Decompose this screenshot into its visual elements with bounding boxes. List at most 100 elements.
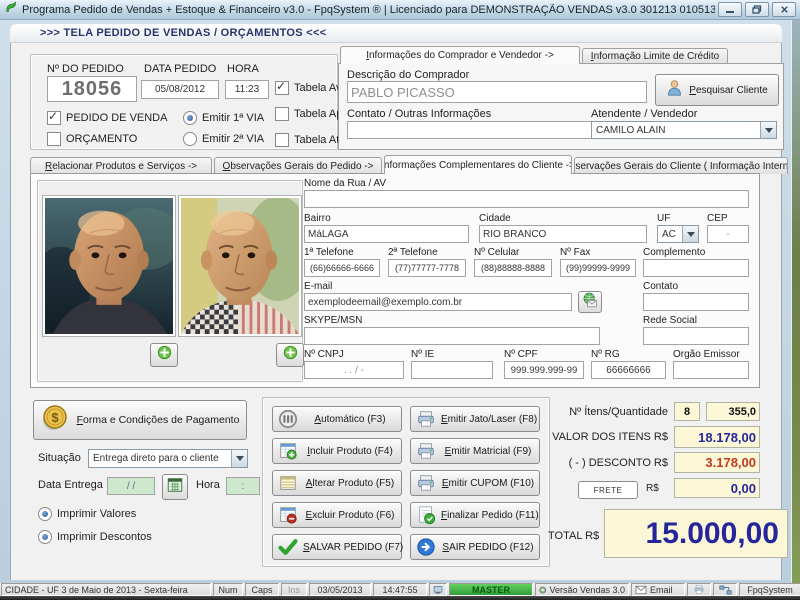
complemento-field[interactable]	[643, 259, 749, 277]
button-fkey: (F4)	[374, 445, 393, 457]
title-bar: Programa Pedido de Vendas + Estoque & Fi…	[0, 0, 800, 20]
photo1-add-button[interactable]	[150, 343, 178, 367]
sheet-add-icon	[277, 441, 299, 461]
tab-label: Observações Gerais do Pedido ->	[222, 160, 374, 172]
window-title: Programa Pedido de Vendas + Estoque & Fi…	[22, 3, 715, 16]
rg-label: Nº RG	[591, 349, 620, 360]
emitir-1via-radio[interactable]: Emitir 1ª VIA	[183, 111, 264, 125]
rg-field[interactable]: 66666666	[591, 361, 666, 379]
status-email-button[interactable]: Email	[631, 583, 685, 596]
calendar-button[interactable]	[162, 474, 188, 500]
cnpj-field[interactable]: . . / -	[304, 361, 404, 379]
button-fkey: (F3)	[367, 413, 386, 425]
finalizar-pedido-button[interactable]: Finalizar Pedido (F11)	[410, 502, 540, 528]
emitir-matricial-button[interactable]: Emitir Matricial (F9)	[410, 438, 540, 464]
rede-social-label: Rede Social	[643, 315, 697, 326]
tel2-field[interactable]: (77)77777-7778	[388, 259, 466, 277]
status-network-icon[interactable]	[713, 583, 737, 596]
situacao-combo[interactable]: Entrega direto para o cliente	[88, 449, 248, 468]
tab-observacoes-pedido[interactable]: Observações Gerais do Pedido ->	[214, 157, 382, 174]
status-monitor-icon	[429, 583, 447, 596]
skype-field[interactable]	[304, 327, 600, 345]
combo-value: Entrega direto para o cliente	[93, 453, 219, 464]
contato-outras-label: Contato / Outras Informações	[347, 108, 492, 120]
descricao-comprador-label: Descrição do Comprador	[347, 69, 470, 81]
tel1-field[interactable]: (66)66666-6666	[304, 259, 380, 277]
celular-label: Nº Celular	[474, 247, 520, 258]
chevron-down-icon[interactable]	[682, 226, 698, 242]
imprimir-descontos-radio[interactable]: Imprimir Descontos	[38, 530, 152, 544]
itens-quantidade-label: Nº Ítens/Quantidade	[569, 406, 668, 418]
itens-qty-field: 355,0	[706, 402, 760, 421]
cpf-field[interactable]: 999.999.999-99	[504, 361, 584, 379]
tab-informacoes-complementares[interactable]: Informações Complementares do Cliente ->	[384, 155, 572, 174]
chevron-down-icon[interactable]	[760, 122, 776, 138]
orcamento-checkbox[interactable]: ORÇAMENTO	[47, 132, 137, 146]
tab-label: Informações do Comprador e Vendedor ->	[366, 50, 554, 61]
rua-field[interactable]	[304, 190, 749, 208]
minimize-button[interactable]	[718, 2, 742, 17]
bairro-field[interactable]: MáLAGA	[304, 225, 469, 243]
checkbox-box	[275, 79, 289, 95]
close-button[interactable]	[772, 2, 796, 17]
celular-field[interactable]: (88)88888-8888	[474, 259, 552, 277]
emitir-cupom-button[interactable]: Emitir CUPOM (F10)	[410, 470, 540, 496]
tab-comprador-vendedor[interactable]: Informações do Comprador e Vendedor ->	[340, 46, 580, 64]
pesquisar-cliente-button[interactable]: Pesquisar Cliente	[655, 74, 779, 106]
client-tab-page: Nome da Rua / AV Bairro MáLAGA Cidade RI…	[30, 173, 760, 388]
button-fkey: (F9)	[513, 445, 532, 457]
frete-button[interactable]: FRETE	[578, 481, 638, 499]
tab-limite-credito[interactable]: Informação Limite de Crédito	[582, 48, 728, 64]
order-time-field[interactable]: 11:23	[225, 80, 269, 99]
hora-entrega-field[interactable]: :	[226, 477, 260, 495]
email-globe-icon	[582, 292, 598, 313]
desktop-edge	[791, 20, 800, 597]
status-bar: CIDADE - UF 3 de Maio de 2013 - Sexta-fe…	[0, 583, 800, 596]
status-user-badge: MASTER	[449, 583, 533, 596]
order-date-field[interactable]: 05/08/2012	[141, 80, 219, 99]
printer-icon	[415, 473, 437, 493]
cidade-field[interactable]: RIO BRANCO	[479, 225, 647, 243]
pedido-de-venda-checkbox[interactable]: PEDIDO DE VENDA	[47, 109, 167, 125]
emitir-2via-radio[interactable]: Emitir 2ª VIA	[183, 132, 264, 146]
chevron-down-icon[interactable]	[231, 450, 247, 467]
email-field[interactable]: exemplodeemail@exemplo.com.br	[304, 293, 572, 311]
rede-social-field[interactable]	[643, 327, 749, 345]
imprimir-valores-radio[interactable]: Imprimir Valores	[38, 507, 136, 521]
tab-observacoes-cliente[interactable]: Observações Gerais do Cliente ( Informaç…	[574, 157, 788, 174]
incluir-produto-button[interactable]: Incluir Produto (F4)	[272, 438, 402, 464]
status-printer-icon[interactable]	[687, 583, 711, 596]
ie-field[interactable]	[411, 361, 493, 379]
excluir-produto-button[interactable]: Excluir Produto (F6)	[272, 502, 402, 528]
tab-relacionar-produtos[interactable]: Relacionar Produtos e Serviços ->	[30, 157, 212, 174]
button-label: Forma e Condições de Pagamento	[76, 414, 240, 426]
emitir-jato-laser-button[interactable]: Emitir Jato/Laser (F8)	[410, 406, 540, 432]
data-entrega-field[interactable]: / /	[107, 477, 155, 495]
orgao-emissor-field[interactable]	[673, 361, 749, 379]
contato-field[interactable]	[643, 293, 749, 311]
fax-field[interactable]: (99)99999-9999	[560, 259, 636, 277]
atendente-combo[interactable]: CAMILO ALAIN	[591, 121, 777, 139]
client-photo-2	[178, 195, 302, 337]
banner-text: >>> TELA PEDIDO DE VENDAS / ORÇAMENTOS <…	[40, 27, 327, 39]
tab-label: Relacionar Produtos e Serviços ->	[44, 160, 198, 172]
data-entrega-label: Data Entrega	[38, 479, 103, 491]
plus-icon	[157, 345, 172, 365]
alterar-produto-button[interactable]: Alterar Produto (F5)	[272, 470, 402, 496]
situacao-label: Situação	[38, 452, 81, 464]
salvar-pedido-button[interactable]: SALVAR PEDIDO (F7)	[272, 534, 403, 560]
forma-pagamento-button[interactable]: $ Forma e Condições de Pagamento	[33, 400, 247, 440]
sair-pedido-button[interactable]: SAIR PEDIDO (F12)	[410, 534, 540, 560]
order-number-field[interactable]: 18056	[47, 76, 137, 102]
uf-label: UF	[657, 213, 671, 224]
autodial-icon	[277, 409, 299, 429]
maximize-button[interactable]	[745, 2, 769, 17]
descricao-comprador-field[interactable]: PABLO PICASSO	[347, 81, 647, 103]
automatico-button[interactable]: Automático (F3)	[272, 406, 402, 432]
cep-field[interactable]: -	[707, 225, 749, 243]
photo2-add-button[interactable]	[276, 343, 304, 367]
check-icon	[277, 537, 299, 557]
send-email-button[interactable]	[578, 291, 602, 313]
uf-combo[interactable]: AC	[657, 225, 699, 243]
button-fkey: (F5)	[375, 477, 395, 489]
